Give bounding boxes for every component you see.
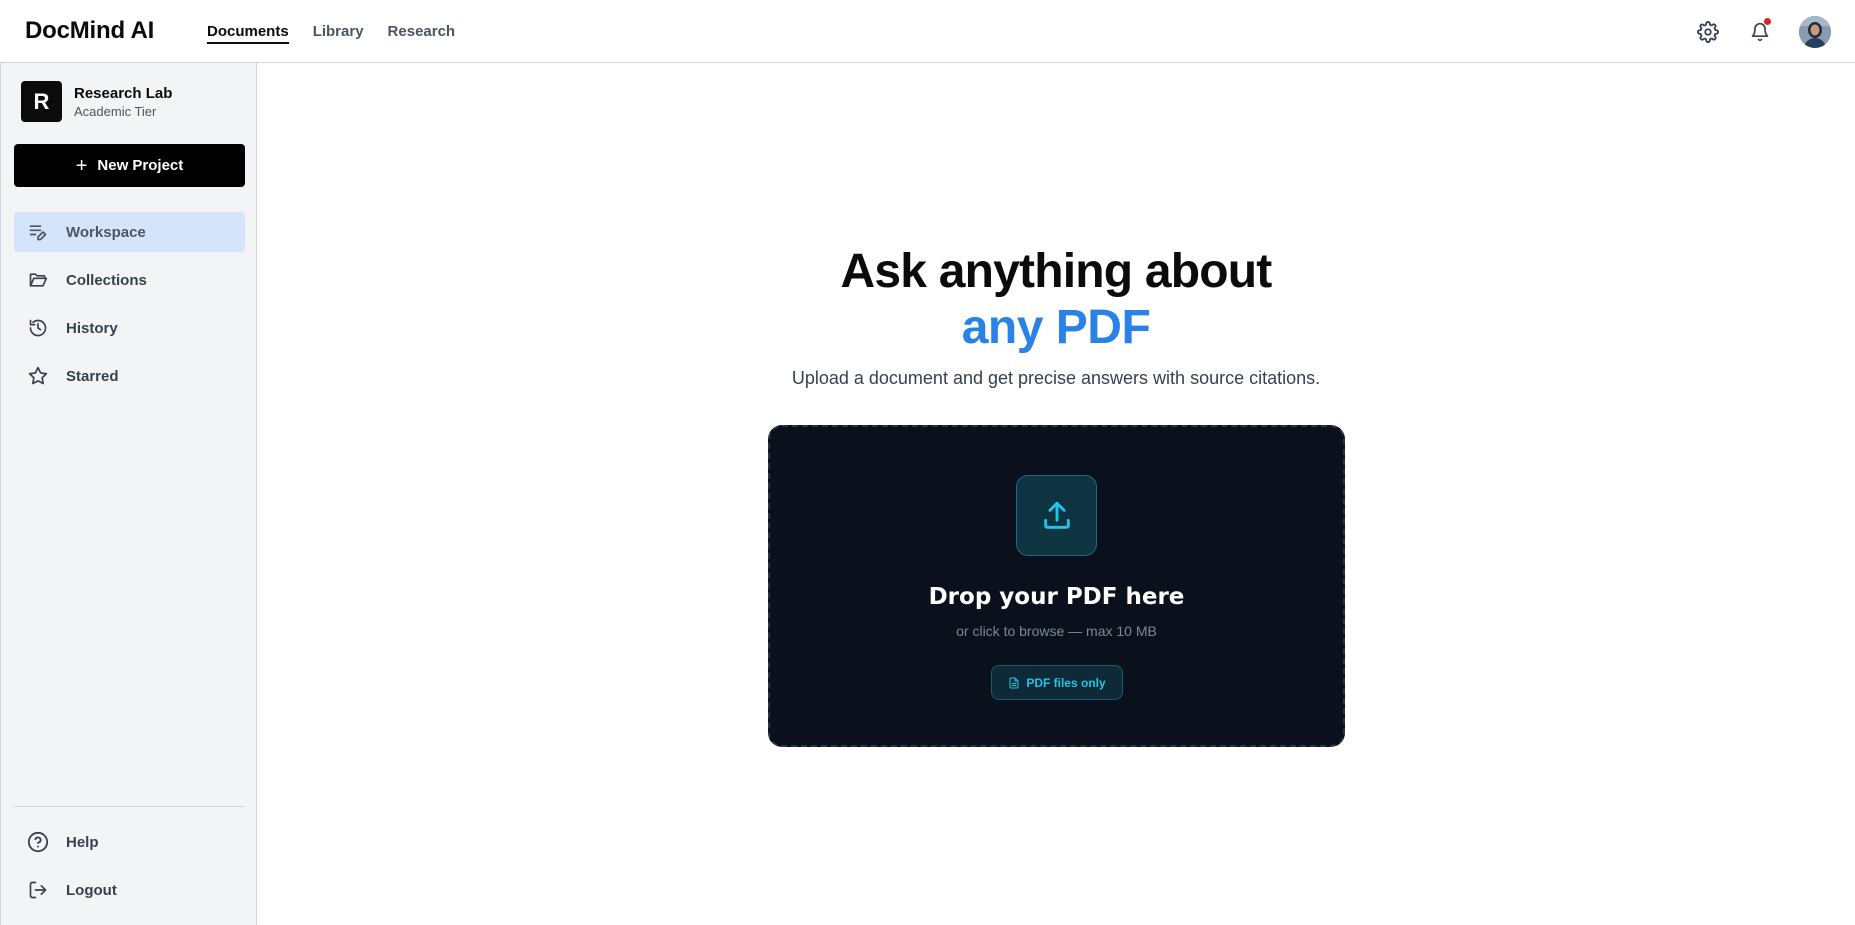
help-icon bbox=[27, 831, 49, 853]
subtitle: Upload a document and get precise answer… bbox=[791, 368, 1321, 388]
pdf-only-label: PDF files only bbox=[1026, 675, 1106, 690]
plus-icon: + bbox=[75, 154, 88, 177]
pdf-only-badge: PDF files only bbox=[991, 665, 1123, 700]
dropzone-title: Drop your PDF here bbox=[928, 584, 1185, 610]
sidebar-item-label: History bbox=[66, 319, 118, 337]
gear-icon[interactable] bbox=[1695, 19, 1721, 45]
sidebar-item-label: Workspace bbox=[66, 223, 146, 241]
sidebar-item-logout[interactable]: Logout bbox=[14, 870, 245, 910]
star-icon bbox=[27, 365, 49, 387]
file-icon bbox=[1009, 677, 1019, 688]
tab-research[interactable]: Research bbox=[388, 0, 456, 63]
org-name: Research Lab bbox=[74, 84, 173, 102]
main-content: Ask anything about any PDF Upload a docu… bbox=[257, 63, 1855, 925]
org-tier: Academic Tier bbox=[74, 103, 157, 119]
tab-library[interactable]: Library bbox=[313, 0, 364, 63]
headline-line-2: any PDF bbox=[961, 301, 1151, 354]
new-project-button[interactable]: + New Project bbox=[14, 144, 245, 187]
org-switcher[interactable]: R Research Lab Academic Tier bbox=[21, 81, 172, 122]
pdf-dropzone[interactable]: Drop your PDF here or click to browse — … bbox=[768, 425, 1345, 747]
dropzone-subtitle: or click to browse — max 10 MB bbox=[956, 623, 1157, 639]
sidebar-item-starred[interactable]: Starred bbox=[14, 356, 245, 396]
folder-icon bbox=[27, 269, 49, 291]
sidebar-divider bbox=[14, 806, 245, 807]
edit-list-icon bbox=[27, 221, 49, 243]
header-actions bbox=[1695, 0, 1831, 63]
sidebar-item-label: Logout bbox=[66, 881, 117, 899]
headline-line-1: Ask anything about bbox=[840, 245, 1273, 298]
sidebar-item-help[interactable]: Help bbox=[14, 822, 245, 862]
top-nav: Documents Library Research bbox=[207, 0, 479, 63]
sidebar: R Research Lab Academic Tier + New Proje… bbox=[0, 63, 257, 925]
sidebar-item-label: Starred bbox=[66, 367, 119, 385]
top-bar: DocMind AI Documents Library Research bbox=[0, 0, 1855, 63]
new-project-label: New Project bbox=[97, 157, 184, 174]
org-badge: R bbox=[21, 81, 62, 122]
bell-icon[interactable] bbox=[1747, 17, 1773, 45]
sidebar-item-collections[interactable]: Collections bbox=[14, 260, 245, 300]
notification-dot bbox=[1764, 17, 1771, 25]
tab-documents[interactable]: Documents bbox=[207, 0, 289, 63]
sidebar-item-workspace[interactable]: Workspace bbox=[14, 212, 245, 252]
logout-icon bbox=[27, 879, 49, 901]
sidebar-item-label: Collections bbox=[66, 271, 147, 289]
sidebar-item-history[interactable]: History bbox=[14, 308, 245, 348]
upload-icon bbox=[1016, 475, 1097, 556]
avatar[interactable] bbox=[1799, 15, 1831, 48]
sidebar-item-label: Help bbox=[66, 833, 99, 851]
app-logo[interactable]: DocMind AI bbox=[25, 17, 154, 45]
history-icon bbox=[27, 317, 49, 339]
